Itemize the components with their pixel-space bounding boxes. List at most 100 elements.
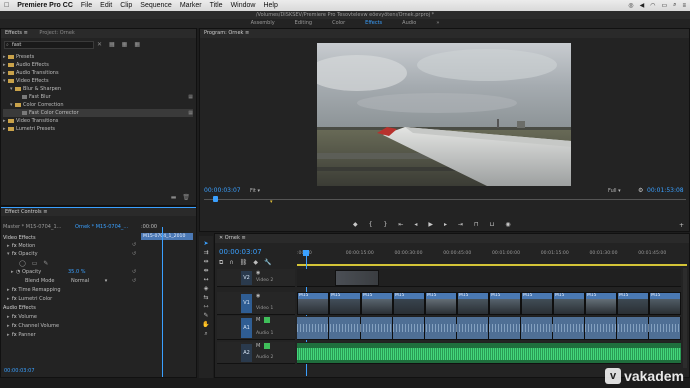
- opacity-value[interactable]: 35.0 %: [68, 268, 85, 276]
- menu-edit[interactable]: Edit: [100, 2, 112, 9]
- music-clip[interactable]: [297, 343, 681, 363]
- ripple-edit-tool-icon[interactable]: ⇹: [203, 258, 208, 265]
- workspace-assembly[interactable]: Assembly: [241, 19, 285, 28]
- effects-tree-item[interactable]: ▸ Presets: [3, 53, 193, 61]
- track-target-button[interactable]: V2: [241, 271, 252, 285]
- nest-icon[interactable]: ⧉: [219, 259, 223, 267]
- effects-search-input[interactable]: ⌕ fast: [4, 41, 94, 49]
- effects-tree-item[interactable]: ▸ Audio Effects: [3, 61, 193, 69]
- ellipse-mask-icon[interactable]: ◯: [19, 260, 26, 267]
- menu-title[interactable]: Title: [210, 2, 223, 9]
- toggle-output-icon[interactable]: ◉: [256, 293, 260, 299]
- slip-tool-icon[interactable]: ⇆: [203, 294, 208, 301]
- 32bit-effects-icon[interactable]: ▦: [122, 41, 128, 48]
- panel-menu-icon[interactable]: ≡: [245, 30, 249, 36]
- track-target-button[interactable]: A2: [241, 344, 252, 362]
- play-icon[interactable]: ▶: [428, 221, 433, 228]
- reset-icon[interactable]: ↺: [132, 278, 136, 286]
- pen-mask-icon[interactable]: ✎: [43, 260, 48, 267]
- workspace-audio[interactable]: Audio: [392, 19, 426, 28]
- apple-icon[interactable]: : [4, 2, 9, 9]
- video-clip[interactable]: M15: [617, 292, 649, 315]
- pen-tool-icon[interactable]: ✎: [203, 312, 208, 319]
- sequence-clip-label[interactable]: Ornek * M15-0704_...: [75, 223, 128, 231]
- mute-icon[interactable]: M: [256, 343, 260, 349]
- stopwatch-icon[interactable]: ◔: [16, 269, 20, 275]
- add-marker-icon[interactable]: ◆: [253, 259, 258, 267]
- reset-icon[interactable]: ↺: [132, 251, 136, 259]
- video-clip[interactable]: M15: [649, 292, 681, 315]
- program-scrubber[interactable]: [204, 199, 686, 200]
- mute-icon[interactable]: M: [256, 317, 260, 323]
- wifi-icon[interactable]: ◠: [650, 2, 655, 9]
- app-name-menu[interactable]: Premiere Pro CC: [17, 2, 73, 9]
- panel-menu-icon[interactable]: ≡: [24, 30, 28, 36]
- video-clip[interactable]: M15: [553, 292, 585, 315]
- video-clip[interactable]: [335, 270, 379, 286]
- zoom-select[interactable]: Fit ▾: [250, 188, 274, 194]
- track-target-button[interactable]: A1: [241, 318, 252, 338]
- video-clip[interactable]: M15: [297, 292, 329, 315]
- clear-search-icon[interactable]: ✕: [97, 41, 102, 48]
- time-remapping-effect[interactable]: ▸ fx Time Remapping: [7, 286, 61, 294]
- video-clip[interactable]: M15: [521, 292, 553, 315]
- accelerated-effects-icon[interactable]: ▦: [109, 41, 115, 48]
- ec-clip-bar[interactable]: M15-0704_1_2010: [141, 233, 193, 240]
- lift-icon[interactable]: ⊓: [474, 221, 479, 228]
- workspace-more-icon[interactable]: »: [426, 19, 449, 28]
- track-header[interactable]: A2 Audio 2 M: [217, 342, 295, 364]
- ec-timecode[interactable]: 00:00:03:07: [4, 367, 35, 375]
- track-lane[interactable]: [297, 342, 681, 364]
- effects-tree-item[interactable]: ▸ Video Transitions: [3, 117, 193, 125]
- effects-tree-item[interactable]: ▸ Audio Transitions: [3, 69, 193, 77]
- time-ruler[interactable]: :00:0000:00:15:0000:00:30:0000:00:45:000…: [297, 248, 687, 262]
- motion-effect[interactable]: ▸ fx Motion: [7, 242, 35, 250]
- tab-project[interactable]: Project: Ornek: [39, 30, 74, 36]
- menu-marker[interactable]: Marker: [180, 2, 202, 9]
- step-forward-icon[interactable]: ▸: [444, 221, 447, 228]
- panel-menu-icon[interactable]: ≡: [241, 235, 245, 241]
- hand-tool-icon[interactable]: ✋: [202, 321, 209, 328]
- go-to-out-icon[interactable]: ⇥: [458, 221, 463, 228]
- notifications-icon[interactable]: ≡: [682, 3, 686, 9]
- slide-tool-icon[interactable]: ⇿: [203, 303, 208, 310]
- resolution-select[interactable]: Full ▾: [608, 188, 632, 194]
- extract-icon[interactable]: ⊔: [490, 221, 495, 228]
- track-header[interactable]: V1 Video 1 ◉: [217, 292, 295, 315]
- close-icon[interactable]: ✕: [219, 235, 223, 241]
- creative-cloud-icon[interactable]: ◎: [628, 2, 633, 9]
- razor-tool-icon[interactable]: ◈: [204, 285, 209, 292]
- workspace-color[interactable]: Color: [322, 19, 355, 28]
- reset-icon[interactable]: ↺: [132, 269, 136, 277]
- mark-in-icon[interactable]: {: [369, 221, 373, 228]
- track-lane[interactable]: [297, 269, 681, 287]
- video-clip[interactable]: M15: [489, 292, 521, 315]
- zoom-tool-icon[interactable]: ⌕: [204, 330, 207, 338]
- solo-icon[interactable]: [264, 343, 270, 349]
- yuv-effects-icon[interactable]: ▦: [134, 41, 140, 48]
- effects-tree-item[interactable]: Fast Blur ▦: [3, 93, 193, 101]
- go-to-in-icon[interactable]: ⇤: [398, 221, 403, 228]
- tab-effects[interactable]: Effects: [5, 30, 22, 36]
- track-lane[interactable]: [297, 316, 681, 340]
- menu-window[interactable]: Window: [231, 2, 256, 9]
- video-clip[interactable]: M15: [361, 292, 393, 315]
- workspace-effects[interactable]: Effects: [355, 19, 392, 28]
- ec-playhead[interactable]: [162, 227, 163, 377]
- selection-tool-icon[interactable]: ➤: [203, 240, 208, 247]
- battery-icon[interactable]: ▭: [661, 2, 667, 9]
- mark-out-icon[interactable]: }: [383, 221, 387, 228]
- volume-effect[interactable]: ▸ fx Volume: [7, 313, 37, 321]
- effects-tree-item[interactable]: ▾ Color Correction: [3, 101, 193, 109]
- track-target-button[interactable]: V1: [241, 294, 252, 313]
- wrench-icon[interactable]: 🔧: [264, 259, 271, 267]
- effects-tree-item[interactable]: Fast Color Corrector ▦: [3, 109, 193, 117]
- program-timecode[interactable]: 00:00:03:07: [204, 187, 241, 194]
- menu-sequence[interactable]: Sequence: [140, 2, 172, 9]
- effects-tree-item[interactable]: ▾ Video Effects: [3, 77, 193, 85]
- menu-file[interactable]: File: [81, 2, 92, 9]
- track-header[interactable]: V2 Video 2 ◉: [217, 269, 295, 287]
- linked-selection-icon[interactable]: ⛓: [240, 259, 248, 267]
- work-area-bar[interactable]: [297, 264, 687, 266]
- delete-icon[interactable]: 🗑: [182, 194, 190, 201]
